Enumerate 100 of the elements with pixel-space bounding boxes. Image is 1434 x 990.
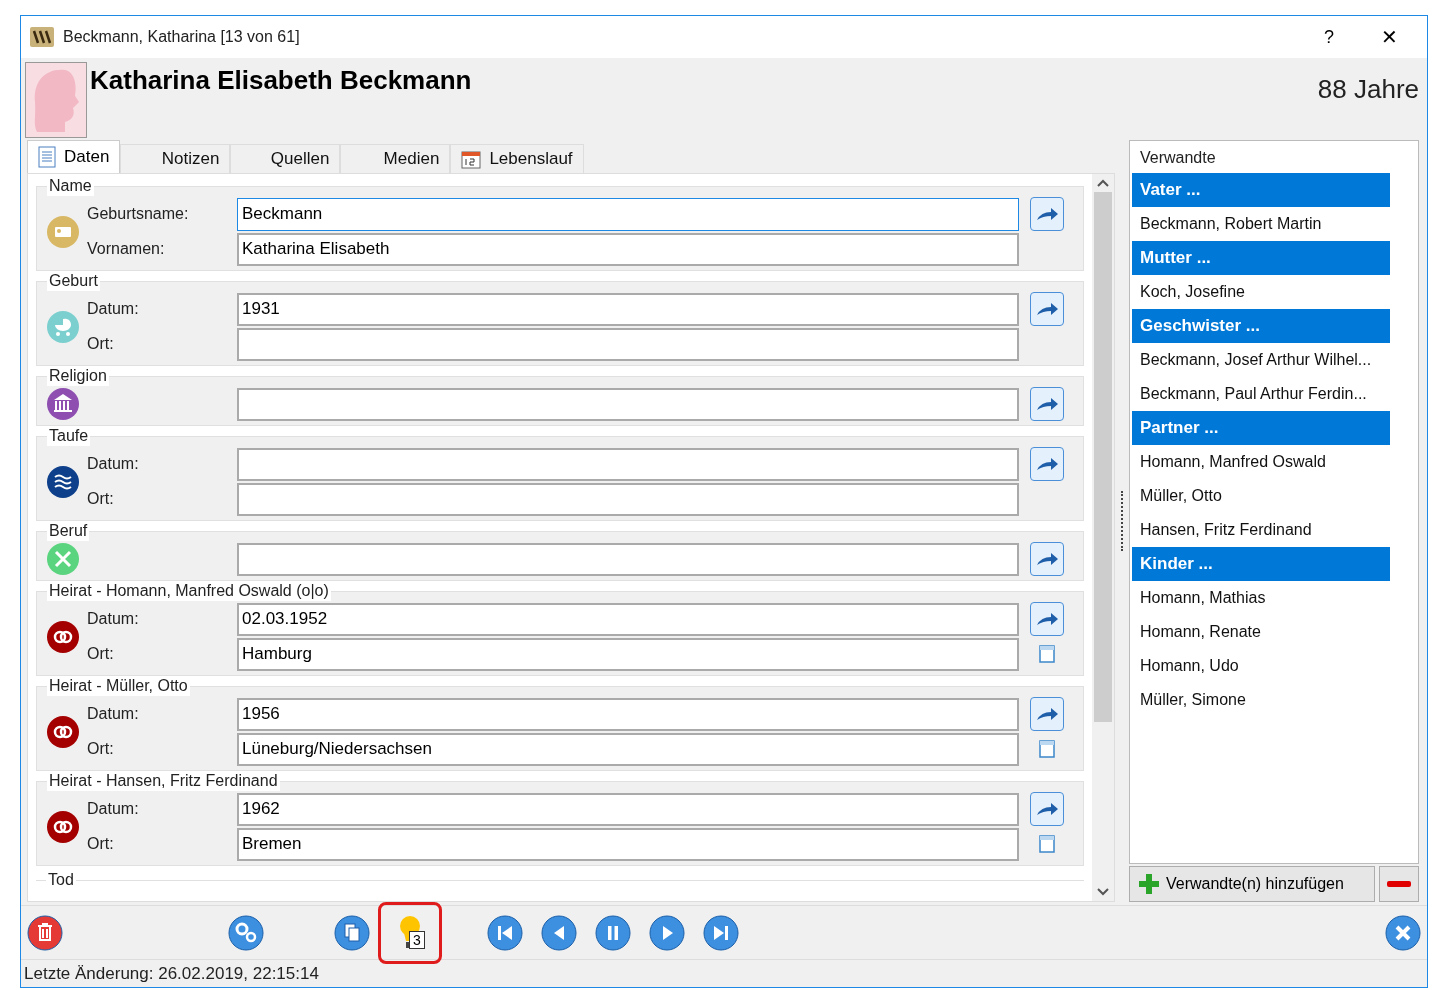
copy-button[interactable] <box>334 914 370 951</box>
last-icon <box>703 914 739 951</box>
window-icon <box>1039 740 1055 758</box>
settings-icon <box>228 914 264 951</box>
add-relative-button[interactable]: Verwandte(n) hinzufügen <box>1129 866 1375 902</box>
field-label: Ort: <box>86 834 115 854</box>
source-button[interactable] <box>1039 740 1055 758</box>
remove-button[interactable] <box>1379 866 1419 902</box>
text-field[interactable] <box>237 387 1019 421</box>
relatives-group-header[interactable]: Geschwister ... <box>1132 309 1390 343</box>
tab[interactable]: Quellen <box>230 144 341 173</box>
relative-item[interactable]: Beckmann, Robert Martin <box>1132 207 1390 241</box>
text-field[interactable]: 1962 <box>237 792 1019 826</box>
source-button[interactable] <box>1039 835 1055 853</box>
scroll-down-icon[interactable] <box>1097 887 1109 897</box>
text-field[interactable]: Lüneburg/Niedersachsen <box>237 732 1019 766</box>
text-field[interactable]: Hamburg <box>237 637 1019 671</box>
curved-arrow-icon <box>1035 551 1059 567</box>
text-field[interactable]: Bremen <box>237 827 1019 861</box>
go-to-button[interactable] <box>1030 292 1064 326</box>
relative-item[interactable]: Beckmann, Paul Arthur Ferdin... <box>1132 377 1390 411</box>
relative-item[interactable]: Homann, Mathias <box>1132 581 1390 615</box>
close-circle-icon <box>1385 914 1421 951</box>
text-field[interactable]: 1956 <box>237 697 1019 731</box>
section-title: Heirat - Hansen, Fritz Ferdinand <box>47 771 280 791</box>
relative-item[interactable]: Homann, Manfred Oswald <box>1132 445 1390 479</box>
field-label: Datum: <box>86 454 140 474</box>
field-label: Ort: <box>86 644 115 664</box>
go-to-button[interactable] <box>1030 697 1064 731</box>
scrollbar-thumb[interactable] <box>1094 192 1112 722</box>
go-to-button[interactable] <box>1030 387 1064 421</box>
tab[interactable]: Notizen <box>120 144 231 173</box>
window-title: Beckmann, Katharina [13 von 61] <box>63 27 300 47</box>
stroller-icon <box>47 310 79 343</box>
close-button[interactable]: ✕ <box>1359 22 1419 52</box>
help-button[interactable]: ? <box>1299 23 1359 51</box>
curved-arrow-icon <box>1035 301 1059 317</box>
section-title: Religion <box>47 366 109 386</box>
section-title: Beruf <box>47 521 90 541</box>
text-field[interactable] <box>237 447 1019 481</box>
go-to-button[interactable] <box>1030 792 1064 826</box>
field-label: Ort: <box>86 334 115 354</box>
relative-item[interactable]: Müller, Simone <box>1132 683 1390 717</box>
relatives-title: Verwandte <box>1139 148 1217 168</box>
calendar-icon <box>461 149 482 169</box>
text-field[interactable] <box>237 482 1019 516</box>
last-button[interactable] <box>703 914 739 951</box>
source-button[interactable] <box>1039 645 1055 663</box>
relative-item[interactable]: Hansen, Fritz Ferdinand <box>1132 513 1390 547</box>
curved-arrow-icon <box>1035 801 1059 817</box>
text-field[interactable]: Beckmann <box>237 197 1019 231</box>
app-logo-icon <box>29 25 55 49</box>
scroll-up-icon[interactable] <box>1097 178 1109 188</box>
text-field[interactable]: Katharina Elisabeth <box>237 232 1019 266</box>
previous-icon <box>541 914 577 951</box>
relative-item[interactable]: Müller, Otto <box>1132 479 1390 513</box>
splitter-grip[interactable] <box>1120 491 1124 551</box>
section-title: Heirat - Homann, Manfred Oswald (o|o) <box>47 581 331 601</box>
relative-item[interactable]: Koch, Josefine <box>1132 275 1390 309</box>
go-to-button[interactable] <box>1030 447 1064 481</box>
curved-arrow-icon <box>1035 706 1059 722</box>
first-button[interactable] <box>487 914 523 951</box>
section-title: Geburt <box>47 271 100 291</box>
scrollbar[interactable] <box>1092 174 1114 901</box>
field-label: Datum: <box>86 704 140 724</box>
go-to-button[interactable] <box>1030 542 1064 576</box>
relative-item[interactable]: Beckmann, Josef Arthur Wilhel... <box>1132 343 1390 377</box>
tab[interactable]: Daten <box>27 140 121 173</box>
text-field[interactable] <box>237 327 1019 361</box>
relatives-group-header[interactable]: Partner ... <box>1132 411 1390 445</box>
pause-button[interactable] <box>595 914 631 951</box>
card-icon <box>47 215 79 248</box>
relatives-group-header[interactable]: Mutter ... <box>1132 241 1390 275</box>
rings-icon <box>47 715 79 748</box>
close-circle-button[interactable] <box>1385 914 1421 951</box>
go-to-button[interactable] <box>1030 602 1064 636</box>
copy-icon <box>334 914 370 951</box>
text-field[interactable]: 02.03.1952 <box>237 602 1019 636</box>
window-icon <box>1039 835 1055 853</box>
tools-icon <box>47 543 79 575</box>
tab[interactable]: Lebenslauf <box>450 144 584 173</box>
delete-button[interactable] <box>27 914 63 951</box>
curved-arrow-icon <box>1035 396 1059 412</box>
field-label: Ort: <box>86 489 115 509</box>
relative-item[interactable]: Homann, Udo <box>1132 649 1390 683</box>
avatar-silhouette-icon <box>25 62 87 138</box>
tab[interactable]: Medien <box>340 144 451 173</box>
relatives-group-header[interactable]: Vater ... <box>1132 173 1390 207</box>
previous-button[interactable] <box>541 914 577 951</box>
go-to-button[interactable] <box>1030 197 1064 231</box>
minus-icon <box>1387 881 1411 887</box>
text-field[interactable]: 1931 <box>237 292 1019 326</box>
text-field[interactable] <box>237 542 1019 576</box>
hint-button[interactable]: 3 <box>378 901 442 964</box>
relatives-group-header[interactable]: Kinder ... <box>1132 547 1390 581</box>
relative-item[interactable]: Homann, Renate <box>1132 615 1390 649</box>
settings-button[interactable] <box>228 914 264 951</box>
count-badge: 3 <box>409 930 425 949</box>
next-icon <box>649 914 685 951</box>
next-button[interactable] <box>649 914 685 951</box>
